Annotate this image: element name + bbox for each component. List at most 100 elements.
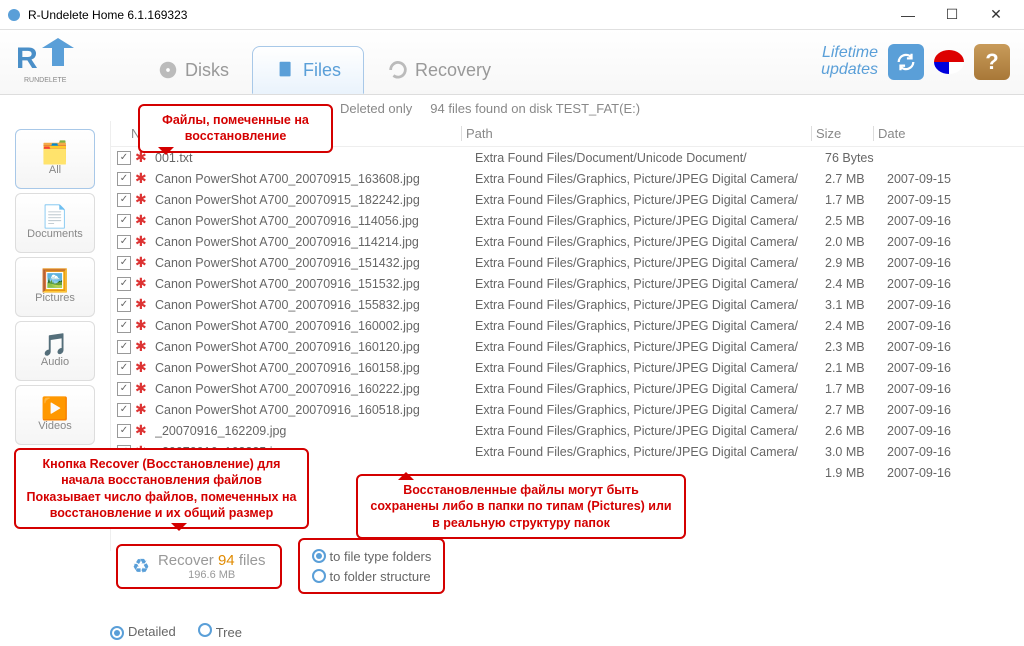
table-row[interactable]: ✓ ✱ _20070916_162209.jpg Extra Found Fil… xyxy=(111,420,1024,441)
checkbox-icon[interactable]: ✓ xyxy=(117,214,131,228)
svg-text:R: R xyxy=(16,42,38,75)
file-date: 2007-09-16 xyxy=(887,340,977,354)
lifetime-updates[interactable]: Lifetime updates xyxy=(821,45,878,79)
table-row[interactable]: ✓ ✱ Canon PowerShot A700_20070916_151532… xyxy=(111,273,1024,294)
file-status-icon: ✱ xyxy=(135,275,151,292)
callout-save-options: Восстановленные файлы могут быть сохране… xyxy=(356,474,686,539)
file-path: Extra Found Files/Graphics, Picture/JPEG… xyxy=(475,277,825,291)
videos-icon: ▶️ xyxy=(41,398,68,420)
pictures-icon: 🖼️ xyxy=(41,270,68,292)
table-row[interactable]: ✓ ✱ Canon PowerShot A700_20070916_114214… xyxy=(111,231,1024,252)
logo: R RUNDELETE xyxy=(14,38,89,86)
col-path[interactable]: Path xyxy=(461,126,811,141)
sidebar-item-pictures[interactable]: 🖼️Pictures xyxy=(15,257,95,317)
minimize-button[interactable]: — xyxy=(886,1,930,29)
file-size: 2.0 MB xyxy=(825,235,887,249)
tab-disks[interactable]: Disks xyxy=(134,46,252,94)
checkbox-icon[interactable]: ✓ xyxy=(117,193,131,207)
file-name: Canon PowerShot A700_20070915_163608.jpg xyxy=(155,172,475,186)
sidebar-item-videos[interactable]: ▶️Videos xyxy=(15,385,95,445)
recover-button[interactable]: ♻ Recover 94 files 196.6 MB xyxy=(116,544,282,589)
file-name: Canon PowerShot A700_20070916_160222.jpg xyxy=(155,382,475,396)
checkbox-icon[interactable]: ✓ xyxy=(117,172,131,186)
file-path: Extra Found Files/Graphics, Picture/JPEG… xyxy=(475,172,825,186)
file-path: Extra Found Files/Graphics, Picture/JPEG… xyxy=(475,403,825,417)
checkbox-icon[interactable]: ✓ xyxy=(117,151,131,165)
file-path: Extra Found Files/Graphics, Picture/JPEG… xyxy=(475,445,825,459)
help-button[interactable]: ? xyxy=(974,44,1010,80)
checkbox-icon[interactable]: ✓ xyxy=(117,382,131,396)
checkbox-icon[interactable]: ✓ xyxy=(117,235,131,249)
view-tree[interactable]: Tree xyxy=(198,623,242,640)
sidebar-item-all[interactable]: 🗂️All xyxy=(15,129,95,189)
file-date: 2007-09-16 xyxy=(887,382,977,396)
file-path: Extra Found Files/Graphics, Picture/JPEG… xyxy=(475,214,825,228)
checkbox-icon[interactable]: ✓ xyxy=(117,319,131,333)
file-status-icon: ✱ xyxy=(135,170,151,187)
file-date: 2007-09-16 xyxy=(887,298,977,312)
header: R RUNDELETE Disks Files Recovery Lifetim… xyxy=(0,30,1024,95)
table-row[interactable]: ✓ ✱ Canon PowerShot A700_20070916_151432… xyxy=(111,252,1024,273)
checkbox-icon[interactable]: ✓ xyxy=(117,403,131,417)
file-size: 3.0 MB xyxy=(825,445,887,459)
table-row[interactable]: ✓ ✱ Canon PowerShot A700_20070916_160158… xyxy=(111,357,1024,378)
save-type-folders[interactable]: to file type folders xyxy=(312,546,432,566)
documents-icon: 📄 xyxy=(41,206,68,228)
checkbox-icon[interactable]: ✓ xyxy=(117,424,131,438)
table-row[interactable]: ✓ ✱ Canon PowerShot A700_20070915_182242… xyxy=(111,189,1024,210)
file-path: Extra Found Files/Graphics, Picture/JPEG… xyxy=(475,235,825,249)
maximize-button[interactable]: ☐ xyxy=(930,1,974,29)
file-status-icon: ✱ xyxy=(135,191,151,208)
file-path: Extra Found Files/Graphics, Picture/JPEG… xyxy=(475,340,825,354)
file-size: 2.3 MB xyxy=(825,340,887,354)
table-row[interactable]: ✓ ✱ Canon PowerShot A700_20070916_155832… xyxy=(111,294,1024,315)
file-date: 2007-09-16 xyxy=(887,277,977,291)
callout-recover-button: Кнопка Recover (Восстановление) для нача… xyxy=(14,448,309,529)
file-name: Canon PowerShot A700_20070916_151432.jpg xyxy=(155,256,475,270)
file-name: Canon PowerShot A700_20070916_160158.jpg xyxy=(155,361,475,375)
file-path: Extra Found Files/Graphics, Picture/JPEG… xyxy=(475,256,825,270)
checkbox-icon[interactable]: ✓ xyxy=(117,340,131,354)
file-status-icon: ✱ xyxy=(135,422,151,439)
audio-icon: 🎵 xyxy=(41,334,68,356)
save-folder-structure[interactable]: to folder structure xyxy=(312,566,432,586)
file-date: 2007-09-16 xyxy=(887,361,977,375)
checkbox-icon[interactable]: ✓ xyxy=(117,256,131,270)
col-size[interactable]: Size xyxy=(811,126,873,141)
table-row[interactable]: ✓ ✱ Canon PowerShot A700_20070916_160002… xyxy=(111,315,1024,336)
file-name: Canon PowerShot A700_20070916_160002.jpg xyxy=(155,319,475,333)
table-row[interactable]: ✓ ✱ Canon PowerShot A700_20070916_160222… xyxy=(111,378,1024,399)
table-row[interactable]: ✓ ✱ Canon PowerShot A700_20070915_163608… xyxy=(111,168,1024,189)
view-detailed[interactable]: Detailed xyxy=(110,624,176,640)
refresh-button[interactable] xyxy=(888,44,924,80)
file-name: _20070916_162209.jpg xyxy=(155,424,475,438)
close-button[interactable]: ✕ xyxy=(974,1,1018,29)
file-name: Canon PowerShot A700_20070916_114056.jpg xyxy=(155,214,475,228)
deleted-only-label[interactable]: Deleted only xyxy=(340,101,412,116)
file-status-icon: ✱ xyxy=(135,233,151,250)
svg-text:RUNDELETE: RUNDELETE xyxy=(24,77,67,84)
tab-files[interactable]: Files xyxy=(252,46,364,94)
table-row[interactable]: ✓ ✱ Canon PowerShot A700_20070916_160120… xyxy=(111,336,1024,357)
sidebar-item-audio[interactable]: 🎵Audio xyxy=(15,321,95,381)
checkbox-icon[interactable]: ✓ xyxy=(117,298,131,312)
checkbox-icon[interactable]: ✓ xyxy=(117,361,131,375)
file-path: Extra Found Files/Graphics, Picture/JPEG… xyxy=(475,424,825,438)
file-path: Extra Found Files/Graphics, Picture/JPEG… xyxy=(475,193,825,207)
language-button[interactable] xyxy=(934,50,964,74)
file-status-icon: ✱ xyxy=(135,401,151,418)
col-date[interactable]: Date xyxy=(873,126,963,141)
file-date: 2007-09-15 xyxy=(887,193,977,207)
save-options: to file type folders to folder structure xyxy=(298,538,446,594)
tab-recovery[interactable]: Recovery xyxy=(364,46,514,94)
file-date: 2007-09-16 xyxy=(887,403,977,417)
window-title: R-Undelete Home 6.1.169323 xyxy=(28,8,886,22)
table-row[interactable]: ✓ ✱ Canon PowerShot A700_20070916_114056… xyxy=(111,210,1024,231)
refresh-icon xyxy=(895,51,917,73)
table-row[interactable]: ✓ ✱ Canon PowerShot A700_20070916_160518… xyxy=(111,399,1024,420)
file-size: 2.5 MB xyxy=(825,214,887,228)
file-status-icon: ✱ xyxy=(135,296,151,313)
checkbox-icon[interactable]: ✓ xyxy=(117,277,131,291)
status-text: 94 files found on disk TEST_FAT(E:) xyxy=(430,101,640,116)
sidebar-item-documents[interactable]: 📄Documents xyxy=(15,193,95,253)
